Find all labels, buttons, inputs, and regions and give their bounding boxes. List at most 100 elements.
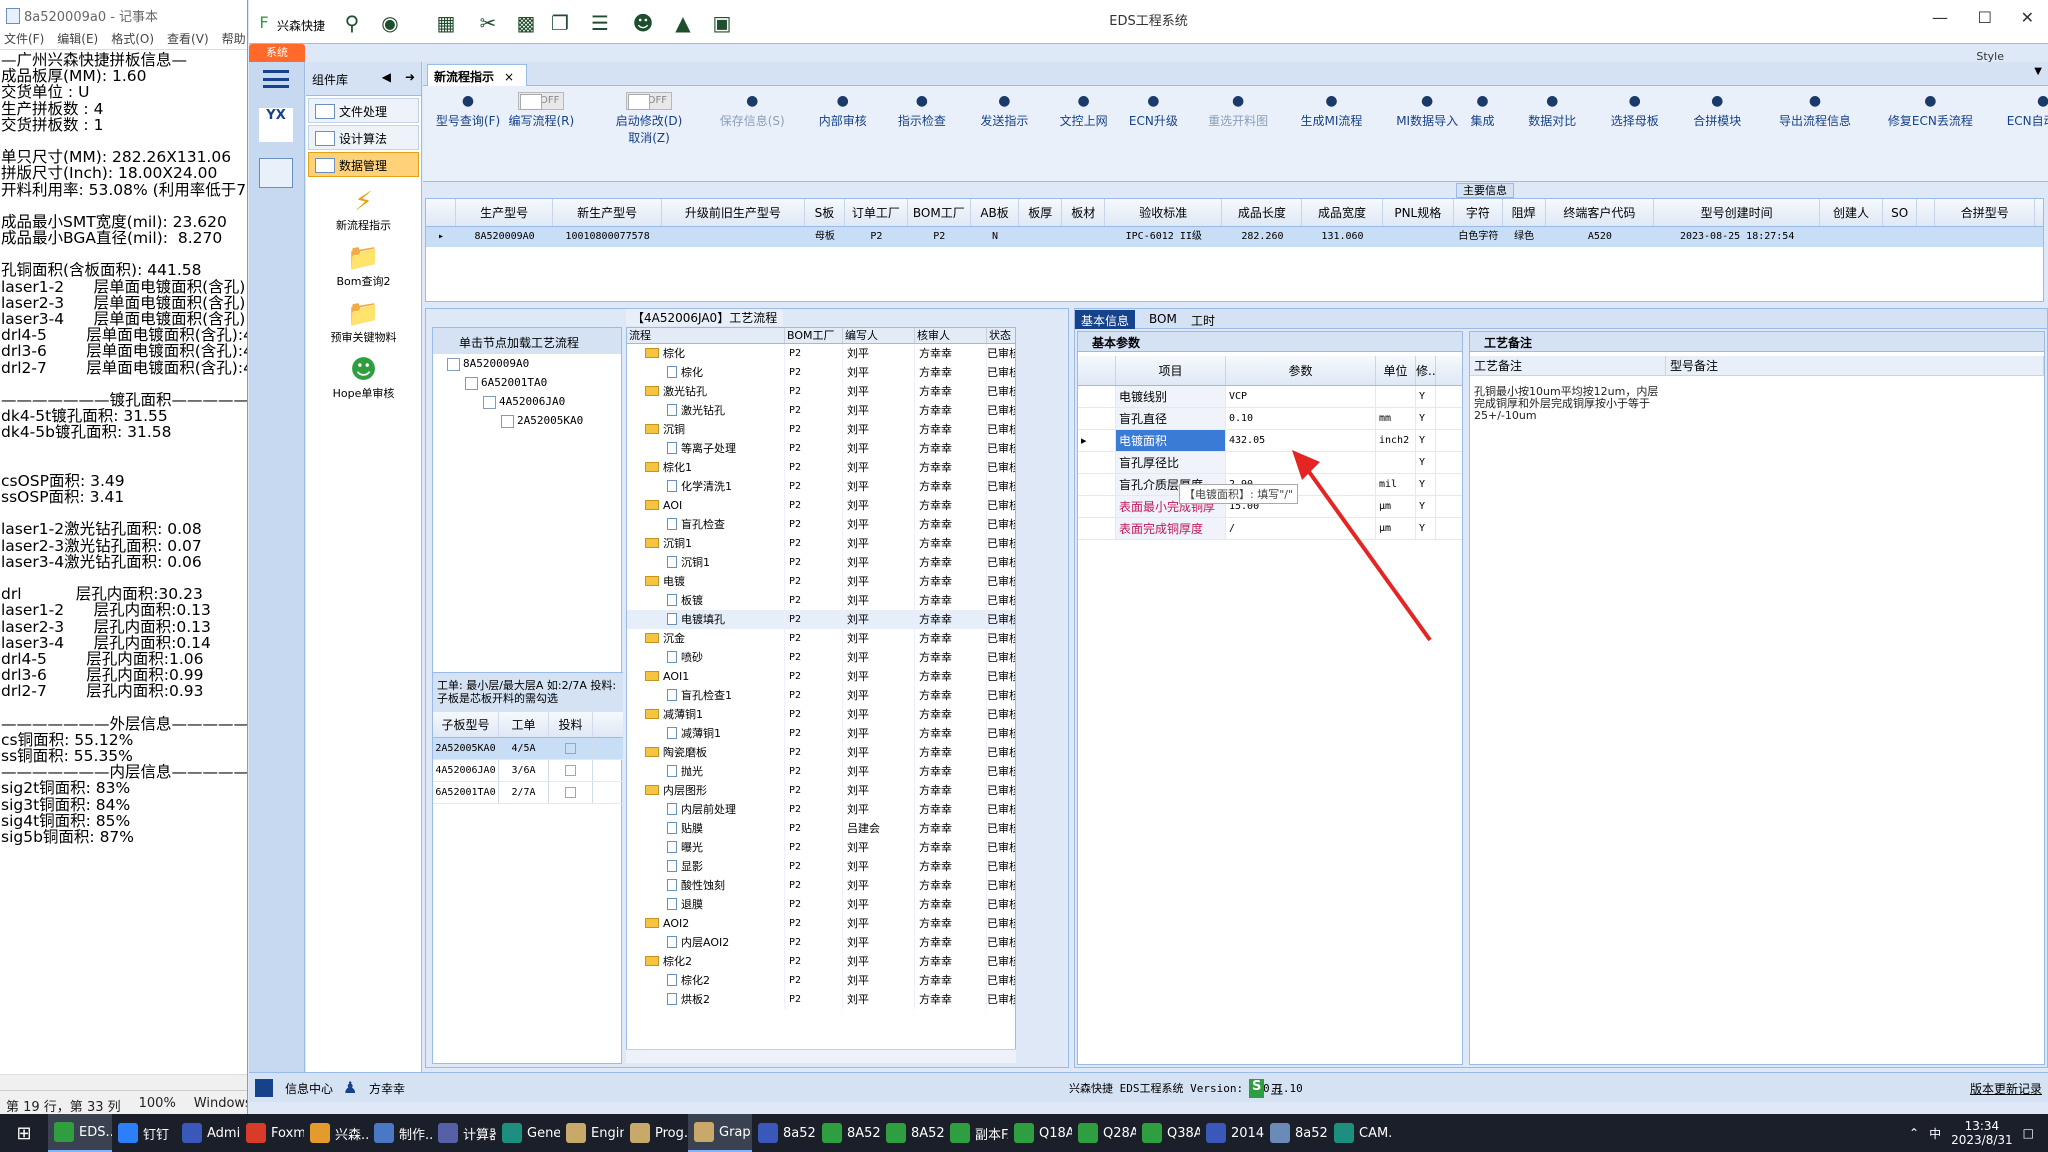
toolbar-button[interactable]: ● 指示检查 bbox=[898, 92, 946, 129]
taskbar-item[interactable]: 8A52... bbox=[880, 1114, 944, 1152]
flow-row[interactable]: 减薄铜1 P2刘平方幸幸已审核 bbox=[627, 724, 1015, 743]
column-header[interactable]: 板材 bbox=[1062, 199, 1106, 226]
chevron-left-icon[interactable]: ◀ bbox=[382, 70, 391, 84]
toolbar-button[interactable]: ● MI数据导入 bbox=[1396, 92, 1458, 129]
taskbar-item[interactable]: 8a52... bbox=[752, 1114, 816, 1152]
notepad-menu-item[interactable]: 格式(O) bbox=[111, 30, 154, 49]
info-tab[interactable]: BOM bbox=[1143, 310, 1183, 329]
table-row[interactable]: ▸ 8A520009A0 10010800077578 母板 P2 P2 N IPC-6012… bbox=[426, 227, 2043, 247]
column-header[interactable]: 核审人 bbox=[915, 328, 987, 343]
grid-cell[interactable] bbox=[1383, 227, 1455, 247]
column-header[interactable]: 新生产型号 bbox=[553, 199, 662, 226]
column-header[interactable]: 流程 bbox=[627, 328, 785, 343]
column-header[interactable]: 单位 bbox=[1376, 356, 1416, 385]
column-header[interactable]: 成品长度 bbox=[1222, 199, 1303, 226]
toolbar-button[interactable]: ● 集成 bbox=[1470, 92, 1494, 129]
param-value[interactable]: Y bbox=[1416, 408, 1436, 429]
param-value[interactable]: Y bbox=[1416, 518, 1436, 539]
column-header[interactable]: 工艺备注 bbox=[1470, 356, 1666, 375]
flow-row[interactable]: 激光钻孔 P2刘平方幸幸已审核 bbox=[627, 382, 1015, 401]
toggle-switch[interactable]: OFF bbox=[626, 92, 673, 110]
info-center-label[interactable]: 信息中心 bbox=[285, 1080, 333, 1097]
taskbar-item[interactable]: 8a52... bbox=[1264, 1114, 1328, 1152]
toolbar-button[interactable]: OFF 启动修改(D) 取消(Z) bbox=[616, 92, 682, 146]
clock[interactable]: 13:34 2023/8/31 bbox=[1951, 1119, 2013, 1147]
toolbar-button[interactable]: ● 数据对比 bbox=[1528, 92, 1576, 129]
flow-row[interactable]: 沉铜1 P2刘平方幸幸已审核 bbox=[627, 534, 1015, 553]
component-item[interactable]: 文件处理 bbox=[308, 98, 419, 123]
flow-row[interactable]: 曝光 P2刘平方幸幸已审核 bbox=[627, 838, 1015, 857]
grid-cell[interactable]: 2023-08-25 18:27:54 bbox=[1654, 227, 1820, 247]
flow-row[interactable]: 棕化1 P2刘平方幸幸已审核 bbox=[627, 458, 1015, 477]
grid-cell[interactable] bbox=[1062, 227, 1105, 247]
notepad-text[interactable]: —广州兴森快捷拼板信息— 成品板厚(MM): 1.60 交货单位 : U 生产拼板数 … bbox=[0, 50, 247, 845]
toolbar-button[interactable]: ● 选择母板 bbox=[1611, 92, 1659, 129]
column-header[interactable]: PNL规格 bbox=[1383, 199, 1455, 226]
column-header[interactable]: 订单工厂 bbox=[845, 199, 908, 226]
taskbar-item[interactable]: 制作... bbox=[368, 1114, 432, 1152]
flow-row[interactable]: 内层AOI2 P2刘平方幸幸已审核 bbox=[627, 933, 1015, 952]
flow-row[interactable]: 等离子处理 P2刘平方幸幸已审核 bbox=[627, 439, 1015, 458]
param-value[interactable] bbox=[1226, 452, 1376, 473]
column-header[interactable]: S板 bbox=[805, 199, 845, 226]
taskbar-item[interactable]: EDS... bbox=[48, 1114, 112, 1152]
flow-row[interactable]: 贴膜 P2吕建会方幸幸已审核 bbox=[627, 819, 1015, 838]
param-value[interactable] bbox=[1376, 452, 1416, 473]
notepad-menu-item[interactable]: 帮助 bbox=[222, 30, 246, 49]
component-item[interactable]: 数据管理 bbox=[308, 152, 419, 177]
column-header[interactable]: 板厚 bbox=[1019, 199, 1063, 226]
taskbar-item[interactable]: 兴森... bbox=[304, 1114, 368, 1152]
param-value[interactable]: 432.05 bbox=[1226, 430, 1376, 451]
toolbar-button[interactable]: ● 导出流程信息 bbox=[1779, 92, 1851, 129]
flow-row[interactable]: 喷砂 P2刘平方幸幸已审核 bbox=[627, 648, 1015, 667]
chevron-down-icon[interactable]: ▼ bbox=[2034, 66, 2042, 77]
taskbar-item[interactable]: 副本F... bbox=[944, 1114, 1008, 1152]
flow-row[interactable]: 显影 P2刘平方幸幸已审核 bbox=[627, 857, 1015, 876]
param-value[interactable]: Y bbox=[1416, 430, 1436, 451]
grid-cell[interactable] bbox=[1820, 227, 1883, 247]
column-header[interactable]: 状态 bbox=[987, 328, 1015, 343]
flow-row[interactable]: 盲孔检查1 P2刘平方幸幸已审核 bbox=[627, 686, 1015, 705]
grid-cell[interactable] bbox=[1019, 227, 1062, 247]
info-tab[interactable]: 工时 bbox=[1185, 310, 1221, 329]
toggle-switch[interactable]: OFF bbox=[518, 92, 565, 110]
flow-row[interactable]: AOI P2刘平方幸幸已审核 bbox=[627, 496, 1015, 515]
column-header[interactable]: 终端客户代码 bbox=[1546, 199, 1655, 226]
taskbar-item[interactable]: 2014... bbox=[1200, 1114, 1264, 1152]
toolbar-button[interactable]: ● 合拼模块 bbox=[1693, 92, 1741, 129]
horizontal-scrollbar[interactable] bbox=[0, 1074, 247, 1090]
flow-row[interactable]: 棕化 P2刘平方幸幸已审核 bbox=[627, 344, 1015, 363]
tool-item[interactable]: 📁 Bom查询2 bbox=[306, 243, 421, 289]
flow-row[interactable]: 化学清洗1 P2刘平方幸幸已审核 bbox=[627, 477, 1015, 496]
column-header[interactable]: 生产型号 bbox=[2035, 199, 2043, 226]
taskbar-item[interactable]: Engin... bbox=[560, 1114, 624, 1152]
column-header[interactable]: BOM工厂 bbox=[908, 199, 971, 226]
ime-toolbar[interactable]: S五 bbox=[1249, 1079, 1283, 1098]
flow-row[interactable]: 盲孔检查 P2刘平方幸幸已审核 bbox=[627, 515, 1015, 534]
feed-checkbox[interactable] bbox=[565, 786, 576, 798]
column-header[interactable]: 生产型号 bbox=[456, 199, 554, 226]
pin-icon[interactable]: ➜ bbox=[405, 70, 415, 84]
grid-cell[interactable] bbox=[1883, 227, 1917, 247]
toolbar-button[interactable]: ● 修复ECN丢流程 bbox=[1888, 92, 1973, 129]
taskbar-item[interactable]: Q18A... bbox=[1008, 1114, 1072, 1152]
process-remark-text[interactable]: 孔铜最小按10um平均按12um，内层完成铜厚和外层完成铜厚按小于等于25+/-… bbox=[1474, 386, 1664, 422]
grid-cell[interactable] bbox=[662, 227, 805, 247]
table-row[interactable]: 2A52005KA0 4/5A bbox=[433, 738, 623, 760]
taskbar-item[interactable]: 8A52... bbox=[816, 1114, 880, 1152]
menu-icon[interactable] bbox=[263, 70, 289, 88]
flow-row[interactable]: 内层前处理 P2刘平方幸幸已审核 bbox=[627, 800, 1015, 819]
flow-horizontal-scrollbar[interactable] bbox=[626, 1049, 1016, 1063]
param-row[interactable]: 盲孔厚径比 Y bbox=[1078, 452, 1462, 474]
tree-node[interactable]: 4A52006JA0 bbox=[433, 392, 621, 411]
tool-item[interactable]: ⚡ 新流程指示 bbox=[306, 187, 421, 233]
tab-new-flow[interactable]: 新流程指示 × bbox=[427, 64, 527, 86]
grid-cell[interactable]: 白色字符 bbox=[1454, 227, 1503, 247]
flow-row[interactable]: 电镀填孔 P2刘平方幸幸已审核 bbox=[627, 610, 1015, 629]
param-value[interactable]: Y bbox=[1416, 452, 1436, 473]
grid-cell[interactable]: 母板 bbox=[805, 227, 845, 247]
param-value[interactable]: mm bbox=[1376, 408, 1416, 429]
taskbar-item[interactable]: Grap... bbox=[688, 1114, 752, 1152]
table-row[interactable]: 4A52006JA0 3/6A bbox=[433, 760, 623, 782]
version-history-link[interactable]: 版本更新记录 bbox=[1970, 1080, 2042, 1097]
